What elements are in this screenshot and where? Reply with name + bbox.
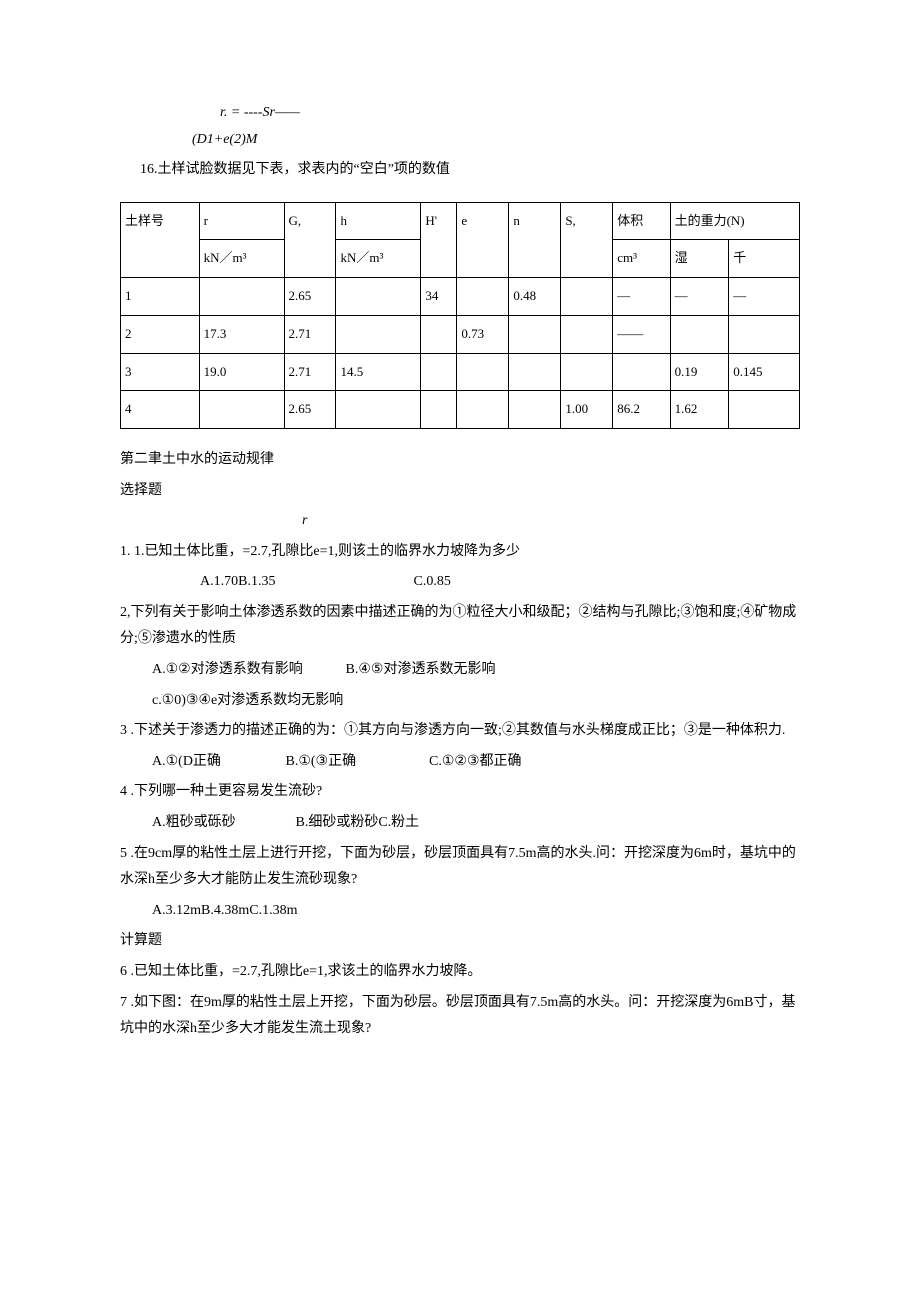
table-row: 4 2.65 1.00 86.2 1.62 — [121, 391, 800, 429]
table-header-row-1: 土样号 r G, h H' e n S, 体积 土的重力(N) — [121, 202, 800, 240]
table-row: 2 17.3 2.71 0.73 —— — [121, 315, 800, 353]
question-6: 6 .已知土体比重，=2.7,孔隙比e=1,求该土的临界水力坡降。 — [120, 959, 800, 986]
section-calc: 计算题 — [120, 928, 800, 955]
th-n: n — [509, 202, 561, 277]
th-wet: 湿 — [670, 240, 729, 278]
q4-opt-a: A.粗砂或砾砂 — [152, 810, 292, 837]
question-1: 1. 1.已知土体比重，=2.7,孔隙比e=1,则该土的临界水力坡降为多少 — [120, 539, 800, 566]
th-hprime: H' — [421, 202, 457, 277]
th-g: G, — [284, 202, 336, 277]
question-3-options: A.①(D正确 B.①(③正确 C.①②③都正确 — [152, 749, 800, 776]
th-h-unit: kN／m³ — [336, 240, 421, 278]
th-e: e — [457, 202, 509, 277]
q3-opt-a: A.①(D正确 — [152, 749, 282, 776]
q2-opt-a: A.①②对渗透系数有影响 — [152, 657, 342, 684]
q3-opt-c: C.①②③都正确 — [429, 754, 522, 769]
th-r: r — [199, 202, 284, 240]
th-r-unit: kN／m³ — [199, 240, 284, 278]
th-s: S, — [561, 202, 613, 277]
question-2: 2,下列有关于影响土体渗透系数的因素中描述正确的为①粒径大小和级配；②结构与孔隙… — [120, 600, 800, 653]
question-2-option-c: c.①0)③④e对渗透系数均无影响 — [152, 688, 800, 715]
th-vol-unit: cm³ — [613, 240, 670, 278]
equation-subline: (D1+e(2)M — [192, 127, 800, 154]
th-vol: 体积 — [613, 202, 670, 240]
equation-line: r. = ----Sr—— — [220, 100, 800, 127]
q2-opt-b: B.④⑤对渗透系数无影响 — [346, 662, 496, 677]
q4-opt-bc: B.细砂或粉砂C.粉土 — [296, 815, 420, 830]
question-3: 3 .下述关于渗透力的描述正确的为：①其方向与渗透方向一致;②其数值与水头梯度成… — [120, 718, 800, 745]
q1-opt-c: C.0.85 — [414, 574, 451, 589]
question-5: 5 .在9cm厚的粘性土层上进行开挖，下面为砂层，砂层顶面具有7.5m高的水头.… — [120, 841, 800, 894]
q3-opt-b: B.①(③正确 — [286, 749, 426, 776]
question-4: 4 .下列哪一种土更容易发生流砂? — [120, 779, 800, 806]
th-h: h — [336, 202, 421, 240]
question-2-options-ab: A.①②对渗透系数有影响 B.④⑤对渗透系数无影响 — [152, 657, 800, 684]
loose-symbol-r: r — [302, 508, 800, 535]
th-dry: 千 — [729, 240, 800, 278]
th-weight: 土的重力(N) — [670, 202, 799, 240]
th-sample: 土样号 — [121, 202, 200, 277]
question-7: 7 .如下图：在9m厚的粘性土层上开挖，下面为砂层。砂层顶面具有7.5m高的水头… — [120, 990, 800, 1043]
q1-opt-ab: A.1.70B.1.35 — [200, 569, 410, 596]
table-row: 1 2.65 34 0.48 — — — — [121, 278, 800, 316]
question-4-options: A.粗砂或砾砂 B.细砂或粉砂C.粉土 — [152, 810, 800, 837]
question-5-options: A.3.12mB.4.38mC.1.38m — [152, 898, 800, 925]
chapter-2-title: 第二聿土中水的运动规律 — [120, 447, 800, 474]
question-16: 16.土样试脸数据见下表，求表内的“空白”项的数值 — [140, 157, 800, 184]
soil-data-table: 土样号 r G, h H' e n S, 体积 土的重力(N) kN／m³ kN… — [120, 202, 800, 429]
question-1-options: A.1.70B.1.35 C.0.85 — [200, 569, 800, 596]
table-row: 3 19.0 2.71 14.5 0.19 0.145 — [121, 353, 800, 391]
section-choice: 选择题 — [120, 478, 800, 505]
